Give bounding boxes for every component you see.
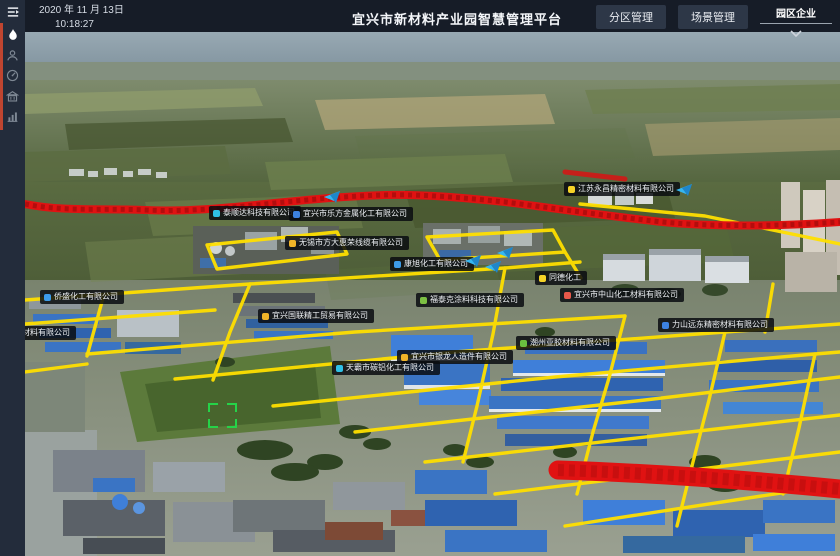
company-name: 侨盛化工有限公司 [54, 293, 118, 301]
company-name: 康旭化工有限公司 [404, 260, 468, 268]
company-name: 宜兴市中山化工材料有限公司 [574, 291, 678, 299]
date-text: 2020 年 11 月 13日 [39, 4, 124, 18]
gauge-icon[interactable] [0, 66, 25, 84]
company-name: 力山远东精密材料有限公司 [672, 321, 768, 329]
top-header: 2020 年 11 月 13日 10:18:27 宜兴市新材料产业园智慧管理平台… [25, 0, 840, 32]
company-label[interactable]: 力山远东精密材料有限公司 [658, 318, 774, 332]
company-name: 天霸市碳铝化工有限公司 [346, 364, 434, 372]
company-logo-icon [213, 210, 220, 217]
company-label[interactable]: 宜兴市中山化工材料有限公司 [560, 288, 684, 302]
company-label[interactable]: 康旭化工有限公司 [390, 257, 474, 271]
company-label[interactable]: 侨盛化工有限公司 [40, 290, 124, 304]
company-name: 江苏永昌精密材料有限公司 [578, 185, 674, 193]
app-window: 2020 年 11 月 13日 10:18:27 宜兴市新材料产业园智慧管理平台… [0, 0, 840, 556]
scene-management-button[interactable]: 场景管理 [678, 5, 748, 29]
company-logo-icon [44, 294, 51, 301]
company-name: 宜兴市银龙人造件有限公司 [411, 353, 507, 361]
time-text: 10:18:27 [55, 18, 124, 32]
company-logo-icon [262, 313, 269, 320]
company-label[interactable]: 潮州亚胶材料有限公司 [516, 336, 616, 350]
zone-management-button[interactable]: 分区管理 [596, 5, 666, 29]
company-logo-icon [336, 365, 343, 372]
park-enterprise-dropdown[interactable]: 园区企业 [760, 5, 832, 42]
company-logo-icon [401, 354, 408, 361]
person-icon[interactable] [0, 46, 25, 64]
left-sidebar [0, 0, 25, 556]
bar-chart-icon[interactable] [0, 107, 25, 125]
company-logo-icon [289, 240, 296, 247]
company-logo-icon [293, 211, 300, 218]
company-label[interactable]: 宜兴国联精工贸易有限公司 [258, 309, 374, 323]
company-name: 福泰克涂料科技有限公司 [430, 296, 518, 304]
company-logo-icon [662, 322, 669, 329]
menu-icon[interactable] [0, 3, 25, 21]
company-label[interactable]: 天霸市碳铝化工有限公司 [332, 361, 440, 375]
company-label[interactable]: 无锡市方大惠荣线缆有限公司 [285, 236, 409, 250]
chevron-down-icon [790, 30, 802, 37]
company-logo-icon [568, 186, 575, 193]
company-name: 泰顺达科技有限公司 [223, 209, 295, 217]
header-controls: 分区管理 场景管理 园区企业 [596, 5, 832, 42]
company-label[interactable]: 江苏永昌精密材料有限公司 [564, 182, 680, 196]
datetime-display: 2020 年 11 月 13日 10:18:27 [39, 4, 124, 31]
company-logo-icon [564, 292, 571, 299]
company-label[interactable]: 同德化工 [535, 271, 587, 285]
company-name: 潮州亚胶材料有限公司 [530, 339, 610, 347]
flame-icon[interactable] [0, 26, 25, 44]
company-logo-icon [420, 297, 427, 304]
company-logo-icon [539, 275, 546, 282]
company-label[interactable]: 泰顺达科技有限公司 [209, 206, 301, 220]
factory-icon[interactable] [0, 87, 25, 105]
company-label[interactable]: 福泰克涂料科技有限公司 [416, 293, 524, 307]
page-title: 宜兴市新材料产业园智慧管理平台 [352, 9, 562, 28]
company-logo-icon [520, 340, 527, 347]
company-label[interactable]: 宜兴市乐方金属化工有限公司 [289, 207, 413, 221]
company-logo-icon [394, 261, 401, 268]
company-name: 无锡市方大惠荣线缆有限公司 [299, 239, 403, 247]
company-name: 宜兴国联精工贸易有限公司 [272, 312, 368, 320]
company-name: 同德化工 [549, 274, 581, 282]
company-name: 宜兴市乐方金属化工有限公司 [303, 210, 407, 218]
park-enterprise-label: 园区企业 [760, 5, 832, 24]
